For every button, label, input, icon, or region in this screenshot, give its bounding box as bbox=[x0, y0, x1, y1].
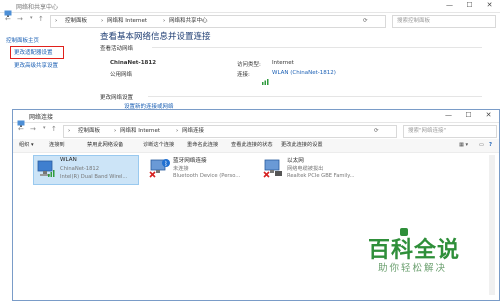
fg-minimize-button[interactable]: — bbox=[439, 110, 458, 121]
adapter-status: 未连接 bbox=[173, 166, 189, 172]
ethernet-adapter-icon bbox=[263, 158, 285, 182]
divider bbox=[152, 47, 482, 48]
bg-address-bar: ← → ▾ ↑ › 控制面板 › 网络和 Internet › 网络和共享中心 … bbox=[0, 13, 500, 28]
breadcrumb-chevron-icon: › bbox=[55, 18, 58, 24]
adapter-status: ChinaNet-1812 bbox=[60, 166, 99, 172]
refresh-icon[interactable]: ⟳ bbox=[374, 126, 379, 137]
bg-address-field[interactable]: › 控制面板 › 网络和 Internet › 网络和共享中心 ⟳ bbox=[50, 15, 386, 28]
wifi-signal-icon bbox=[262, 70, 270, 89]
up-arrow-icon[interactable]: ↑ bbox=[51, 125, 57, 133]
wlan-adapter-icon bbox=[36, 159, 56, 183]
breadcrumb-sharing-center[interactable]: 网络和共享中心 bbox=[169, 16, 208, 27]
active-networks-label: 查看活动网络 bbox=[100, 46, 134, 52]
breadcrumb-separator: › bbox=[176, 128, 179, 134]
adapter-item-wlan[interactable]: WLAN ChinaNet-1812 Intel(R) Dual Band Wi… bbox=[33, 155, 139, 185]
view-options-icon[interactable]: ▦ ▾ bbox=[459, 139, 468, 152]
sidebar-item-change-adapter-settings[interactable]: 更改适配器设置 bbox=[14, 48, 53, 56]
fg-address-bar: ← → ▾ ↑ › 控制面板 › 网络和 Internet › 网络连接 ⟳ 搜… bbox=[13, 123, 499, 138]
back-arrow-icon[interactable]: ← bbox=[5, 15, 11, 23]
breadcrumb-network-internet[interactable]: 网络和 Internet bbox=[107, 16, 147, 27]
bg-maximize-button[interactable]: ☐ bbox=[460, 0, 479, 11]
breadcrumb-network-connections[interactable]: 网络连接 bbox=[182, 126, 204, 137]
recent-dropdown-icon[interactable]: ▾ bbox=[30, 15, 33, 21]
toolbar-diagnose[interactable]: 诊断这个连接 bbox=[143, 139, 174, 152]
fg-maximize-button[interactable]: ☐ bbox=[459, 110, 478, 121]
bg-close-button[interactable]: ✕ bbox=[480, 0, 499, 11]
up-arrow-icon[interactable]: ↑ bbox=[38, 15, 44, 23]
network-sharing-center-window: 网络和共享中心 — ☐ ✕ ← → ▾ ↑ › 控制面板 › 网络和 Inter… bbox=[0, 0, 500, 117]
adapter-device: Realtek PCIe GBE Family... bbox=[287, 173, 355, 179]
breadcrumb-separator: › bbox=[101, 18, 104, 24]
forward-arrow-icon[interactable]: → bbox=[17, 15, 23, 23]
svg-text:ᛒ: ᛒ bbox=[164, 161, 168, 168]
adapter-status: 网络电缆被拔出 bbox=[287, 166, 324, 172]
change-settings-label: 更改网络设置 bbox=[100, 95, 134, 101]
adapter-item-ethernet[interactable]: 以太网 网络电缆被拔出 Realtek PCIe GBE Family... bbox=[261, 155, 365, 183]
breadcrumb-network-internet[interactable]: 网络和 Internet bbox=[120, 126, 160, 137]
bg-window-title: 网络和共享中心 bbox=[16, 4, 59, 11]
page-title: 查看基本网络信息并设置连接 bbox=[100, 32, 211, 42]
toolbar-disable-device[interactable]: 禁用此网络设备 bbox=[87, 139, 123, 152]
scrollbar[interactable] bbox=[489, 155, 495, 295]
adapter-device: Bluetooth Device (Perso... bbox=[173, 173, 241, 179]
fg-search-placeholder: 搜索"网络连接" bbox=[408, 128, 447, 134]
bg-search-input[interactable]: 搜索控制面板 bbox=[392, 15, 496, 28]
bg-search-placeholder: 搜索控制面板 bbox=[397, 18, 431, 24]
network-type: 公用网络 bbox=[110, 72, 133, 78]
adapter-item-bluetooth[interactable]: ᛒ 蓝牙网络连接 未连接 Bluetooth Device (Perso... bbox=[147, 155, 251, 183]
toolbar-organize[interactable]: 组织 ▾ bbox=[19, 139, 34, 152]
recent-dropdown-icon[interactable]: ▾ bbox=[43, 125, 46, 131]
bg-titlebar: 网络和共享中心 — ☐ ✕ bbox=[0, 0, 500, 17]
network-name: ChinaNet-1812 bbox=[110, 60, 157, 66]
fg-titlebar: 网络连接 — ☐ ✕ bbox=[13, 110, 499, 127]
breadcrumb-control-panel[interactable]: 控制面板 bbox=[78, 126, 100, 137]
adapter-name: 蓝牙网络连接 bbox=[173, 158, 207, 164]
divider bbox=[148, 96, 482, 97]
breadcrumb-separator: › bbox=[163, 18, 166, 24]
toolbar-connect-to[interactable]: 连接到 bbox=[49, 139, 65, 152]
network-icon bbox=[4, 2, 12, 17]
adapter-device: Intel(R) Dual Band Wirel... bbox=[60, 174, 128, 180]
sidebar-item-control-panel-home[interactable]: 控制面板主页 bbox=[6, 36, 39, 44]
fg-window-title: 网络连接 bbox=[29, 114, 54, 121]
toolbar-view-status[interactable]: 查看此连接的状态 bbox=[231, 139, 273, 152]
help-icon[interactable]: ? bbox=[489, 139, 492, 152]
toolbar-rename[interactable]: 重命名此连接 bbox=[187, 139, 218, 152]
back-arrow-icon[interactable]: ← bbox=[18, 125, 24, 133]
access-type-value: Internet bbox=[272, 60, 294, 66]
command-toolbar: 组织 ▾ 连接到 禁用此网络设备 诊断这个连接 重命名此连接 查看此连接的状态 … bbox=[13, 139, 499, 153]
refresh-icon[interactable]: ⟳ bbox=[363, 16, 368, 27]
breadcrumb-separator: › bbox=[114, 128, 117, 134]
bg-minimize-button[interactable]: — bbox=[440, 0, 459, 11]
connection-link[interactable]: WLAN (ChinaNet-1812) bbox=[272, 70, 336, 76]
bluetooth-adapter-icon: ᛒ bbox=[149, 158, 171, 182]
fg-address-field[interactable]: › 控制面板 › 网络和 Internet › 网络连接 ⟳ bbox=[63, 125, 397, 138]
fg-close-button[interactable]: ✕ bbox=[479, 110, 498, 121]
preview-pane-icon[interactable]: ▭ bbox=[479, 139, 484, 152]
breadcrumb-chevron-icon: › bbox=[68, 128, 71, 134]
watermark-subtitle: 助你轻松解决 bbox=[378, 263, 448, 274]
toolbar-change-settings[interactable]: 更改此连接的设置 bbox=[281, 139, 323, 152]
adapter-name: WLAN bbox=[60, 157, 77, 163]
adapter-name: 以太网 bbox=[287, 158, 304, 164]
sidebar-item-advanced-sharing[interactable]: 更改高级共享设置 bbox=[14, 61, 58, 69]
access-type-label: 访问类型: bbox=[237, 62, 261, 68]
fg-search-input[interactable]: 搜索"网络连接" bbox=[403, 125, 497, 138]
breadcrumb-control-panel[interactable]: 控制面板 bbox=[65, 16, 87, 27]
forward-arrow-icon[interactable]: → bbox=[30, 125, 36, 133]
connection-label: 连接: bbox=[237, 72, 250, 78]
